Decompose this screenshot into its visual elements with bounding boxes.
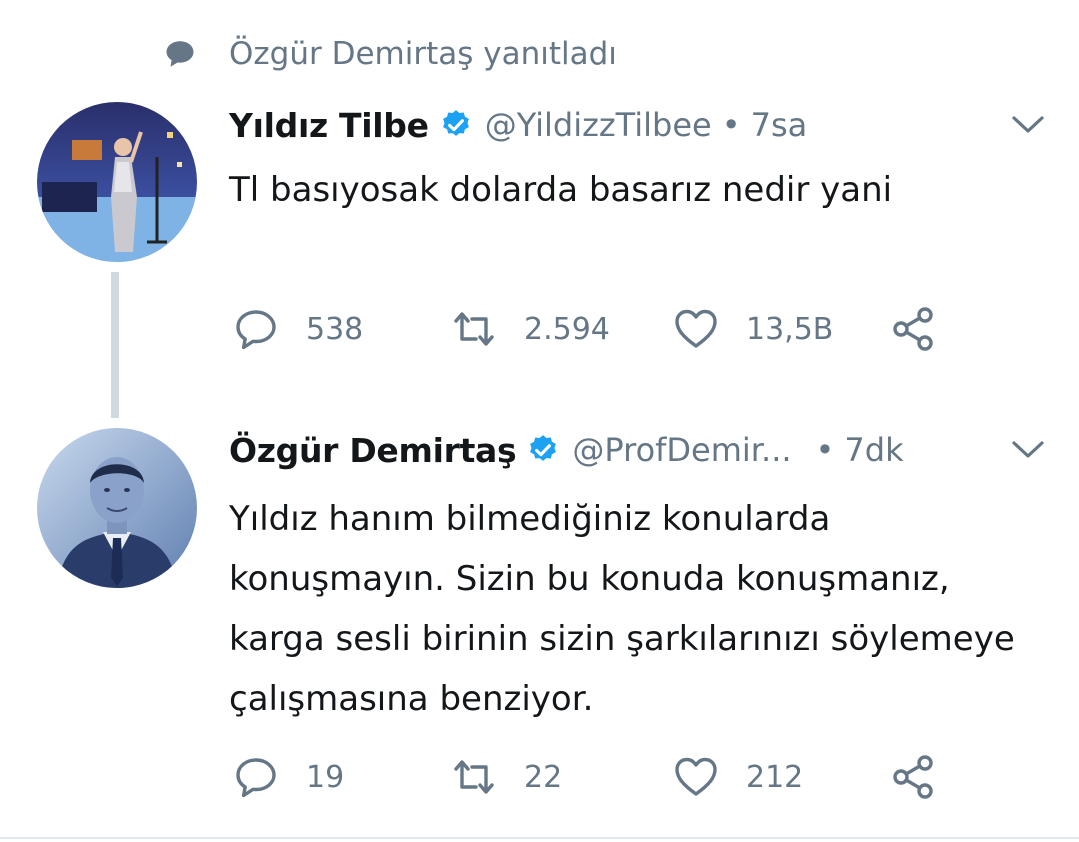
tweet-yildiz-tilbe[interactable]: Yıldız Tilbe @YildizzTilbee • 7sa Tl bas… [0, 100, 1079, 380]
avatar-image [37, 428, 197, 588]
share-icon [893, 307, 933, 351]
tweet-text: Tl basıyosak dolarda basarız nedir yani [229, 170, 893, 210]
like-button[interactable]: 13,5B [672, 305, 890, 353]
retweet-button[interactable]: 2.594 [450, 305, 672, 353]
tweet-text: Yıldız hanım bilmediğiniz konularda konu… [229, 499, 1015, 719]
share-button[interactable] [890, 305, 938, 353]
avatar[interactable] [37, 428, 197, 588]
reply-count: 538 [306, 311, 364, 347]
chevron-down-icon[interactable] [1011, 439, 1045, 461]
retweet-icon [454, 312, 494, 346]
tweet-header: Özgür Demirtaş @ProfDemir... • 7dk [229, 425, 904, 475]
reply-icon [236, 310, 276, 350]
heart-icon [675, 757, 717, 796]
reply-context-text: Özgür Demirtaş yanıtladı [229, 36, 617, 72]
tweet-actions: 538 2.594 13,5B [232, 305, 938, 353]
timestamp[interactable]: 7dk [844, 431, 903, 469]
speech-bubble-icon [166, 41, 194, 67]
author-name[interactable]: Yıldız Tilbe [229, 106, 429, 145]
retweet-count: 22 [524, 759, 563, 795]
tweet-actions: 19 22 212 [232, 753, 938, 801]
chevron-down-icon[interactable] [1011, 114, 1045, 136]
reply-icon [236, 758, 276, 798]
heart-icon [675, 309, 717, 348]
separator-dot: • [815, 431, 835, 469]
reply-button[interactable]: 538 [232, 305, 450, 353]
like-count: 212 [746, 759, 804, 795]
share-icon [893, 755, 933, 799]
retweet-icon [454, 760, 494, 794]
reply-button[interactable]: 19 [232, 753, 450, 801]
timeline-divider [0, 837, 1079, 839]
verified-badge-icon [442, 110, 469, 136]
retweet-button[interactable]: 22 [450, 753, 672, 801]
reply-count: 19 [306, 759, 345, 795]
author-name[interactable]: Özgür Demirtaş [229, 431, 517, 470]
author-handle[interactable]: @YildizzTilbee [485, 106, 712, 144]
verified-badge-icon [530, 435, 557, 461]
separator-dot: • [721, 106, 741, 144]
share-button[interactable] [890, 753, 938, 801]
reply-context: Özgür Demirtaş yanıtladı [163, 34, 617, 74]
like-count: 13,5B [746, 311, 834, 347]
retweet-count: 2.594 [524, 311, 610, 347]
like-button[interactable]: 212 [672, 753, 890, 801]
timestamp[interactable]: 7sa [751, 106, 808, 144]
tweet-header: Yıldız Tilbe @YildizzTilbee • 7sa [229, 100, 807, 150]
avatar-image [37, 102, 197, 262]
author-handle[interactable]: @ProfDemir... [572, 431, 791, 469]
avatar[interactable] [37, 102, 197, 262]
tweet-ozgur-demirtas[interactable]: Özgür Demirtaş @ProfDemir... • 7dk Yıldı… [0, 425, 1079, 825]
